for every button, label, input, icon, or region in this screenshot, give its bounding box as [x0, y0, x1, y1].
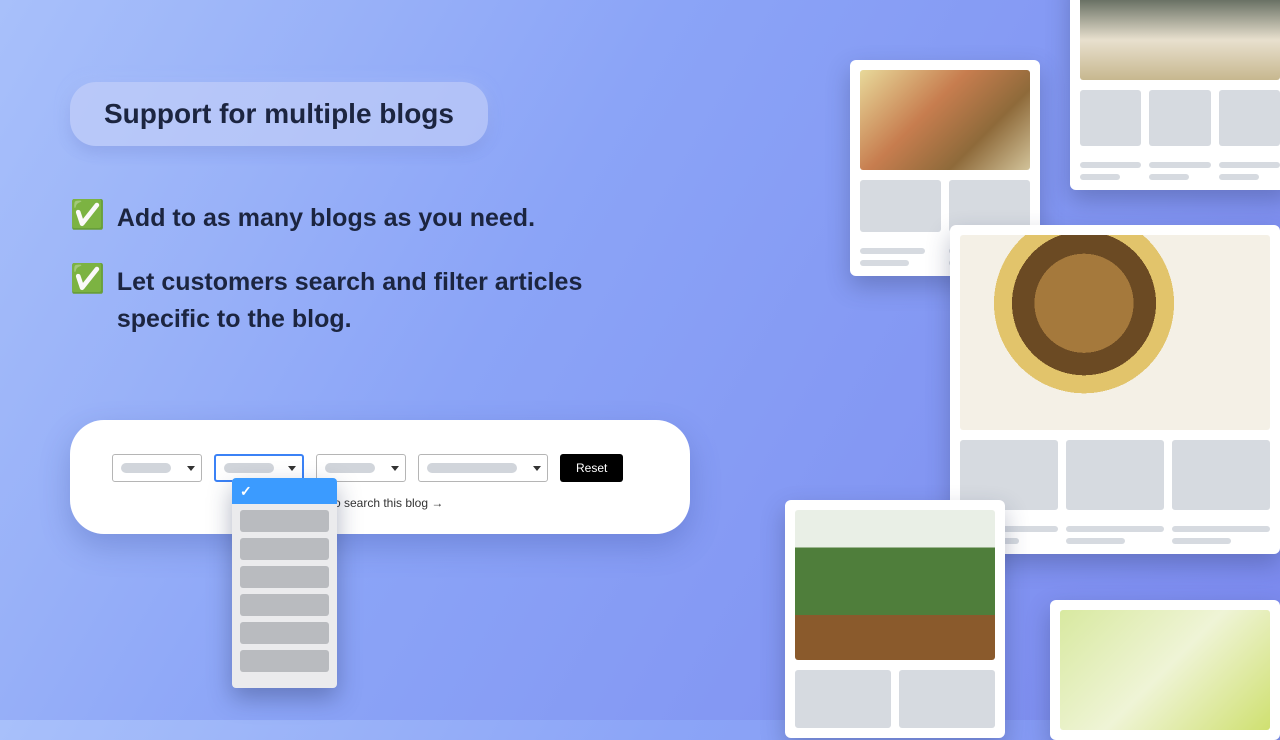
thumb	[860, 180, 941, 232]
dropdown-option[interactable]	[240, 622, 329, 644]
thumb	[795, 670, 891, 728]
placeholder-bar	[325, 463, 375, 473]
chevron-down-icon	[187, 466, 195, 471]
blog-card	[1070, 0, 1280, 190]
thumb	[1066, 440, 1164, 510]
chevron-down-icon	[533, 466, 541, 471]
card-image	[860, 70, 1030, 170]
placeholder-bar	[121, 463, 171, 473]
bullet-text: Add to as many blogs as you need.	[117, 200, 535, 236]
blog-card	[785, 500, 1005, 738]
chevron-down-icon	[391, 466, 399, 471]
dropdown-option[interactable]	[240, 594, 329, 616]
card-image	[795, 510, 995, 660]
check-icon: ✓	[240, 483, 252, 500]
bullet-item: ✅ Let customers search and filter articl…	[70, 264, 670, 337]
thumb	[1080, 90, 1141, 146]
filter-widget: Reset re to search this blog →	[70, 420, 690, 534]
blog-card	[1050, 600, 1280, 740]
filter-row: Reset	[112, 454, 648, 482]
dropdown-option[interactable]	[240, 566, 329, 588]
card-image	[1060, 610, 1270, 730]
card-image	[1080, 0, 1280, 80]
reset-button[interactable]: Reset	[560, 454, 623, 482]
thumb	[1172, 440, 1270, 510]
check-icon: ✅	[70, 200, 105, 231]
search-hint: re to search this blog →	[112, 496, 648, 510]
dropdown-panel: ✓	[232, 478, 337, 688]
dropdown-option-selected[interactable]: ✓	[232, 478, 337, 504]
bullet-item: ✅ Add to as many blogs as you need.	[70, 200, 670, 236]
placeholder-bar	[224, 463, 274, 473]
thumb	[1149, 90, 1210, 146]
dropdown-option[interactable]	[240, 510, 329, 532]
filter-select-1[interactable]	[112, 454, 202, 482]
feature-bullets: ✅ Add to as many blogs as you need. ✅ Le…	[70, 200, 670, 365]
bullet-text: Let customers search and filter articles…	[117, 264, 670, 337]
chevron-down-icon	[288, 466, 296, 471]
thumb	[899, 670, 995, 728]
check-icon: ✅	[70, 264, 105, 295]
dropdown-option[interactable]	[240, 538, 329, 560]
filter-select-4[interactable]	[418, 454, 548, 482]
card-image	[960, 235, 1270, 430]
page-title: Support for multiple blogs	[70, 82, 488, 146]
dropdown-option[interactable]	[240, 650, 329, 672]
thumb	[1219, 90, 1280, 146]
placeholder-bar	[427, 463, 517, 473]
